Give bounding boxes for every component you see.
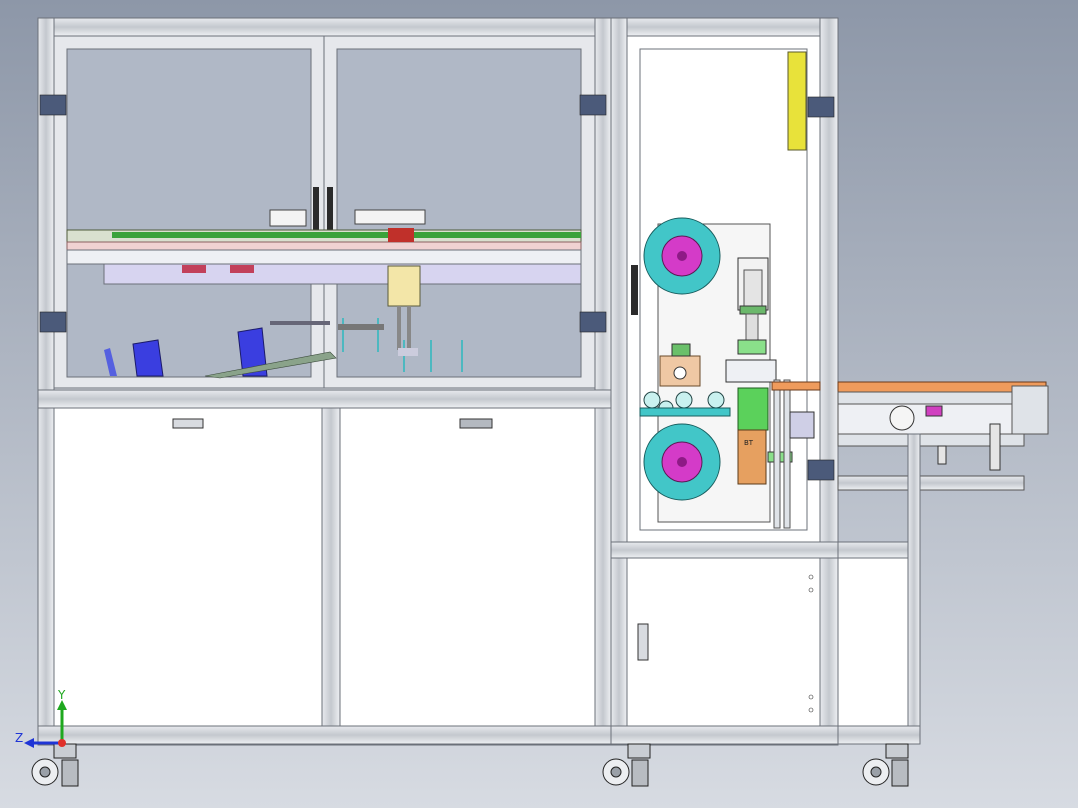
side-lower-panel — [837, 557, 909, 727]
z-axis-label: Z — [15, 731, 23, 745]
middle-post — [594, 17, 612, 746]
middle-lower-door[interactable] — [626, 557, 821, 727]
axis-origin — [58, 739, 66, 747]
lower-right-handle[interactable] — [459, 418, 493, 429]
y-axis-label: Y — [57, 688, 66, 702]
mechanism-door-handle[interactable] — [631, 265, 638, 315]
lower-right-door[interactable] — [339, 407, 596, 727]
part-label-tag: BT — [744, 439, 754, 447]
yellow-strip — [787, 51, 807, 151]
left-cabinet — [37, 17, 613, 746]
green-actuator — [737, 387, 769, 431]
lower-film-roll — [643, 423, 721, 501]
middle-mid-rail — [610, 541, 839, 559]
middle-cabinet: BT — [610, 17, 839, 746]
top-rail — [37, 17, 613, 37]
left-post — [37, 17, 55, 746]
bottom-rail — [37, 725, 613, 745]
mid-rail — [37, 389, 613, 409]
lower-left-handle[interactable] — [172, 418, 204, 429]
lower-center-post — [321, 407, 341, 727]
middle-bottom-rail — [610, 725, 839, 745]
cad-viewport[interactable]: BT Y Z — [0, 0, 1078, 808]
blue-guide-plate — [132, 339, 164, 377]
middle-right-post — [819, 17, 839, 746]
middle-lower-handle[interactable] — [637, 623, 649, 661]
lower-left-door[interactable] — [53, 407, 323, 727]
middle-left-post — [610, 17, 628, 746]
middle-top-rail — [610, 17, 839, 37]
upper-film-roll — [643, 217, 721, 295]
